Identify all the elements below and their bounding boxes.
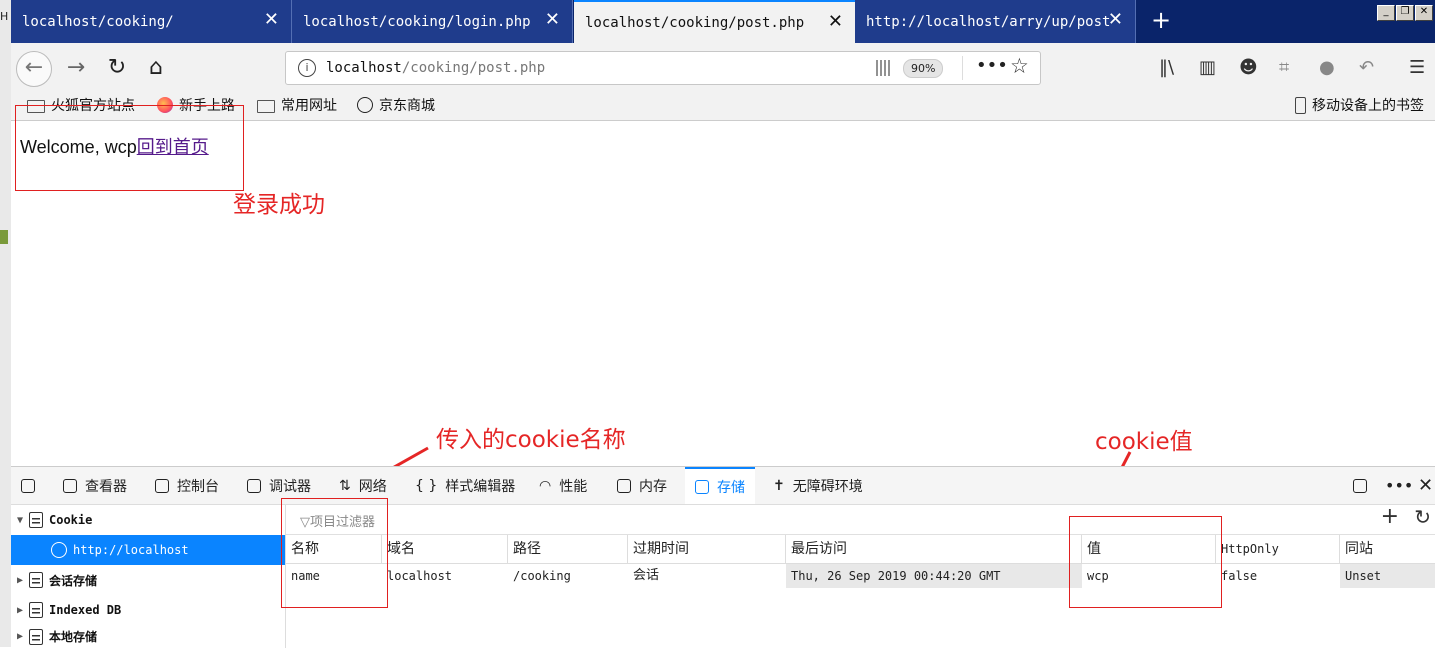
cell-samesite[interactable]: Unset	[1340, 564, 1435, 588]
storage-icon	[29, 602, 43, 618]
dock-icon[interactable]	[1353, 467, 1367, 504]
braces-icon: { }	[415, 477, 438, 494]
tab-label: 无障碍环境	[792, 478, 863, 495]
storage-icon	[29, 512, 43, 528]
tab-console[interactable]: 控制台	[155, 467, 219, 504]
tab-label: 网络	[358, 478, 387, 495]
inspector-icon	[63, 478, 77, 493]
column-header-last-accessed[interactable]: 最后访问	[786, 535, 1082, 563]
storage-icon	[695, 479, 709, 494]
devtools-toolbar: 查看器 控制台 调试器 ⇅ 网络 { } 样式编辑器 ◠ 性能 内存 存储 ✝ 无障碍环…	[11, 467, 1435, 505]
gauge-icon: ◠	[539, 477, 552, 494]
tab-storage[interactable]: 存储	[685, 467, 755, 504]
cell-httponly[interactable]: false	[1216, 564, 1340, 588]
tab-memory[interactable]: 内存	[617, 467, 667, 504]
tab-label: 查看器	[85, 478, 127, 495]
tree-label: Cookie	[49, 513, 93, 527]
tree-cookie-localhost[interactable]: http://localhost	[11, 535, 285, 565]
cell-domain[interactable]: localhost	[382, 564, 508, 588]
tree-session-storage[interactable]: ▶ 会话存储	[11, 565, 285, 595]
accessibility-icon: ✝	[773, 477, 785, 494]
collapsed-arrow-icon: ▶	[16, 631, 24, 642]
cell-last-accessed[interactable]: Thu, 26 Sep 2019 00:44:20 GMT	[786, 564, 1082, 588]
picker-glyph	[21, 478, 35, 493]
collapsed-arrow-icon: ▶	[16, 604, 24, 616]
annotation-box-cookie-value	[1069, 516, 1222, 608]
memory-icon	[617, 478, 631, 493]
tab-accessibility[interactable]: ✝ 无障碍环境	[773, 467, 863, 504]
element-picker-icon[interactable]	[21, 467, 35, 504]
filter-row: ▽项目过滤器 + ↻	[286, 504, 1435, 535]
tab-label: 存储	[717, 479, 745, 496]
column-header-path[interactable]: 路径	[508, 535, 628, 563]
tree-label: 本地存储	[49, 630, 98, 644]
tab-label: 控制台	[177, 478, 219, 495]
annotation-box-cookie-name	[281, 498, 388, 608]
column-header-httponly[interactable]: HttpOnly	[1216, 535, 1340, 563]
debugger-icon	[247, 478, 261, 493]
tab-label: 内存	[639, 478, 667, 495]
tree-label: 会话存储	[49, 573, 98, 588]
tab-inspector[interactable]: 查看器	[63, 467, 127, 504]
dock-glyph	[1353, 478, 1367, 493]
tree-label: http://localhost	[73, 543, 189, 557]
collapsed-arrow-icon: ▶	[16, 574, 24, 586]
column-header-expires[interactable]: 过期时间	[628, 535, 786, 563]
storage-tree: ▼ Cookie http://localhost ▶ 会话存储 ▶ Indexed …	[11, 505, 286, 648]
network-icon: ⇅	[339, 477, 351, 494]
tree-indexeddb[interactable]: ▶ Indexed DB	[11, 595, 285, 625]
column-header-samesite[interactable]: 同站	[1340, 535, 1435, 563]
console-icon	[155, 478, 169, 493]
tab-label: 性能	[559, 478, 588, 495]
column-header-domain[interactable]: 域名	[382, 535, 508, 563]
add-icon[interactable]: +	[1381, 504, 1399, 529]
cell-expires[interactable]: 会话	[628, 564, 786, 588]
cell-path[interactable]: /cooking	[508, 564, 628, 588]
storage-icon	[29, 628, 43, 645]
tab-label: 调试器	[269, 478, 311, 495]
more-options-icon[interactable]: •••	[1385, 467, 1413, 504]
refresh-icon[interactable]: ↻	[1414, 505, 1431, 529]
tab-style-editor[interactable]: { } 样式编辑器	[415, 467, 515, 504]
tree-local-storage[interactable]: ▶ 本地存储	[11, 625, 285, 648]
tab-label: 样式编辑器	[445, 478, 516, 495]
cookie-table-area: ▽项目过滤器 + ↻ 名称 域名 路径 过期时间 最后访问 值 HttpOnly…	[286, 504, 1435, 648]
storage-icon	[29, 572, 43, 588]
tree-label: Indexed DB	[49, 603, 122, 617]
expanded-arrow-icon: ▼	[16, 514, 24, 526]
tree-cookie[interactable]: ▼ Cookie	[11, 505, 285, 535]
globe-icon	[51, 542, 67, 558]
tab-performance[interactable]: ◠ 性能	[539, 467, 587, 504]
close-devtools-icon[interactable]: ✕	[1418, 467, 1433, 504]
